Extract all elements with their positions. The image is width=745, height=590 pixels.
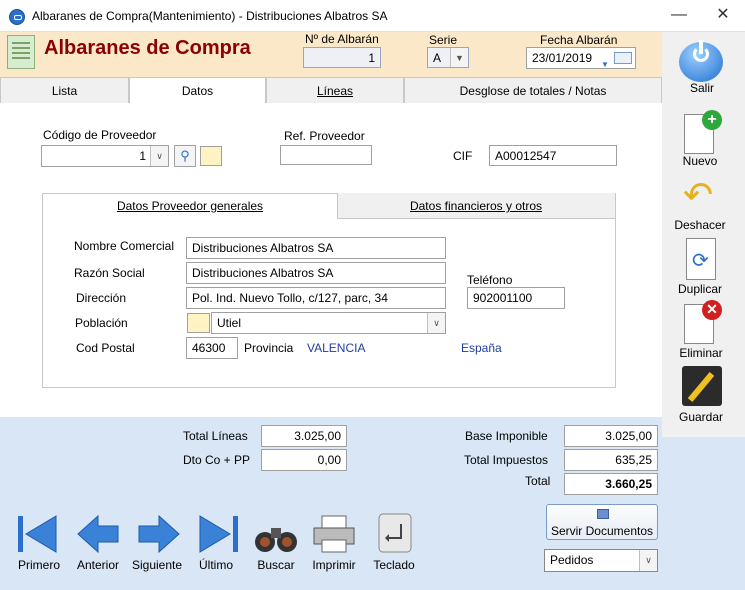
- duplicar-button[interactable]: ⟳: [684, 238, 720, 282]
- direccion-field[interactable]: Pol. Ind. Nuevo Tollo, c/127, parc, 34: [186, 287, 446, 309]
- ref-proveedor-field[interactable]: [280, 145, 372, 165]
- documento-tipo-value: Pedidos: [550, 553, 594, 567]
- tab-lista[interactable]: Lista: [0, 77, 129, 103]
- deshacer-label: Deshacer: [674, 218, 726, 232]
- teclado-label: Teclado: [373, 558, 415, 572]
- power-line: [699, 40, 703, 54]
- inner-tab-financieros[interactable]: Datos financieros y otros: [337, 193, 615, 219]
- total-impuestos-label: Total Impuestos: [464, 453, 549, 467]
- cod-postal-field[interactable]: 46300: [186, 337, 238, 359]
- previous-icon[interactable]: [76, 514, 120, 554]
- close-button[interactable]: ✕: [712, 6, 734, 26]
- undo-icon[interactable]: ↶: [683, 175, 719, 215]
- imprimir-label: Imprimir: [312, 558, 356, 572]
- nombre-comercial-field[interactable]: Distribuciones Albatros SA: [186, 237, 446, 259]
- documento-tipo-select[interactable]: Pedidos ∨: [544, 549, 658, 572]
- pais-value: España: [461, 341, 502, 355]
- chevron-down-icon[interactable]: ∨: [639, 550, 657, 571]
- codigo-proveedor-value: 1: [139, 149, 146, 163]
- tab-datos[interactable]: Datos: [129, 77, 266, 104]
- total-lineas-label: Total Líneas: [183, 429, 248, 443]
- dropdown-arrow-icon[interactable]: ▼: [601, 55, 609, 68]
- eliminar-label: Eliminar: [679, 346, 723, 360]
- provincia-value: VALENCIA: [307, 341, 366, 355]
- base-imponible-field[interactable]: 3.025,00: [564, 425, 658, 447]
- calendar-icon[interactable]: [614, 52, 632, 64]
- telefono-label: Teléfono: [467, 273, 513, 287]
- cod-postal-label: Cod Postal: [76, 341, 135, 355]
- fecha-label: Fecha Albarán: [540, 33, 618, 47]
- refresh-icon: ⟳: [692, 250, 709, 272]
- window-title: Albaranes de Compra(Mantenimiento) - Dis…: [32, 9, 388, 23]
- direccion-label: Dirección: [76, 291, 127, 305]
- cif-field[interactable]: A00012547: [489, 145, 617, 166]
- siguiente-label: Siguiente: [131, 558, 183, 572]
- salir-button[interactable]: [679, 38, 725, 82]
- nuevo-button[interactable]: +: [684, 110, 722, 154]
- total-label: Total: [525, 474, 551, 488]
- total-field[interactable]: 3.660,25: [564, 473, 658, 495]
- codigo-proveedor-combo[interactable]: 1 ∨: [41, 145, 169, 167]
- ultimo-label: Último: [198, 558, 233, 572]
- tab-desglose[interactable]: Desglose de totales / Notas: [404, 77, 662, 103]
- search-icon[interactable]: ⚲: [174, 145, 196, 167]
- buscar-label: Buscar: [257, 558, 295, 572]
- poblacion-combo[interactable]: Utiel ∨: [211, 312, 446, 334]
- guardar-button[interactable]: [682, 364, 722, 408]
- serie-value: A: [433, 51, 442, 65]
- last-icon[interactable]: [196, 514, 240, 554]
- eliminar-button[interactable]: ✕: [684, 300, 724, 344]
- keyboard-icon[interactable]: [377, 512, 413, 554]
- primero-label: Primero: [17, 558, 60, 572]
- serie-label: Serie: [429, 33, 458, 47]
- cif-label: CIF: [453, 149, 473, 163]
- tab-bar: Lista Datos Líneas Desglose de totales /…: [0, 77, 662, 104]
- binoculars-icon[interactable]: [253, 520, 299, 554]
- minimize-button[interactable]: —: [668, 6, 690, 26]
- albaran-number-field[interactable]: 1: [303, 47, 381, 68]
- codigo-proveedor-label: Código de Proveedor: [43, 128, 157, 142]
- ref-proveedor-label: Ref. Proveedor: [284, 129, 365, 143]
- total-impuestos-field[interactable]: 635,25: [564, 449, 658, 471]
- razon-social-label: Razón Social: [74, 266, 145, 280]
- printer-icon[interactable]: [312, 514, 356, 554]
- fecha-value: 23/01/2019: [532, 51, 593, 65]
- document-icon: [7, 35, 35, 69]
- servir-documentos-button[interactable]: Servir Documentos: [546, 504, 658, 540]
- nombre-comercial-label: Nombre Comercial: [74, 239, 175, 253]
- duplicar-label: Duplicar: [677, 282, 722, 296]
- bottom-right-panel: [662, 437, 745, 590]
- app-icon: [9, 9, 25, 25]
- card-icon[interactable]: [200, 146, 222, 166]
- poblacion-label: Población: [75, 316, 128, 330]
- next-icon[interactable]: [137, 514, 181, 554]
- fecha-field[interactable]: 23/01/2019 ▼: [526, 47, 636, 69]
- page-title: Albaranes de Compra: [44, 37, 251, 59]
- first-icon[interactable]: [16, 514, 60, 554]
- chevron-down-icon[interactable]: ▼: [450, 48, 468, 67]
- chevron-down-icon[interactable]: ∨: [150, 146, 168, 166]
- anterior-label: Anterior: [76, 558, 120, 572]
- razon-social-field[interactable]: Distribuciones Albatros SA: [186, 262, 446, 284]
- servir-documentos-label: Servir Documentos: [550, 524, 654, 538]
- provincia-label: Provincia: [244, 341, 294, 355]
- base-imponible-label: Base Imponible: [465, 429, 548, 443]
- tab-lineas[interactable]: Líneas: [266, 77, 404, 103]
- plus-icon: +: [702, 110, 722, 130]
- nuevo-label: Nuevo: [682, 154, 718, 168]
- dto-label: Dto Co + PP: [183, 453, 251, 467]
- card-icon[interactable]: [187, 313, 210, 333]
- salir-label: Salir: [689, 81, 714, 95]
- albaran-number-label: Nº de Albarán: [305, 32, 379, 46]
- serie-select[interactable]: A ▼: [427, 47, 469, 68]
- document-stack-icon: [597, 509, 609, 519]
- chevron-down-icon[interactable]: ∨: [427, 313, 445, 333]
- guardar-label: Guardar: [678, 410, 724, 424]
- total-lineas-field[interactable]: 3.025,00: [261, 425, 347, 447]
- x-icon: ✕: [702, 300, 722, 320]
- poblacion-value: Utiel: [217, 316, 242, 330]
- inner-tab-generales[interactable]: Datos Proveedor generales: [43, 193, 337, 219]
- dto-field[interactable]: 0,00: [261, 449, 347, 471]
- telefono-field[interactable]: 902001100: [467, 287, 565, 309]
